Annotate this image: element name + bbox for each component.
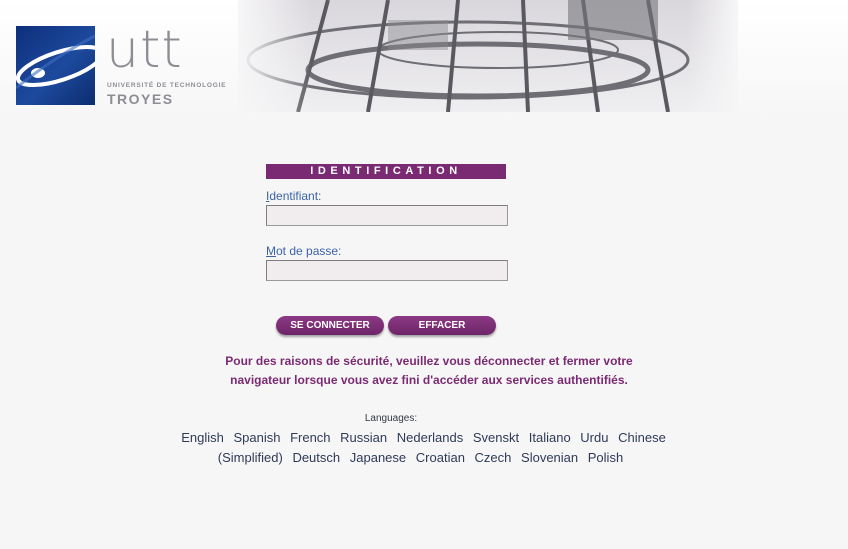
language-link-czech[interactable]: Czech: [475, 450, 512, 465]
logo-city: TROYES: [107, 91, 174, 107]
language-link-spanish[interactable]: Spanish: [233, 430, 280, 445]
logo-subtitle: UNIVERSITÉ DE TECHNOLOGIE: [107, 82, 227, 89]
languages-label: Languages:: [364, 413, 418, 424]
utt-logo-mark: [16, 26, 95, 105]
identification-title: IDENTIFICATION: [266, 164, 506, 179]
language-link-italiano[interactable]: Italiano: [529, 430, 571, 445]
security-message-line-2: navigateur lorsque vous avez fini d'accé…: [230, 372, 628, 387]
language-links: English Spanish French Russian Nederland…: [170, 428, 674, 468]
password-label-accesskey: M: [266, 244, 276, 258]
password-input[interactable]: [266, 260, 508, 281]
security-message-line-1: Pour des raisons de sécurité, veuillez v…: [225, 354, 633, 368]
language-link-slovenian[interactable]: Slovenian: [521, 450, 578, 465]
password-label-text: ot de passe:: [276, 244, 342, 258]
language-link-japanese[interactable]: Japanese: [350, 450, 406, 465]
username-label-text: dentifiant:: [269, 189, 322, 203]
clear-button[interactable]: EFFACER: [388, 316, 496, 335]
language-link-polish[interactable]: Polish: [588, 450, 623, 465]
username-label: Identifiant:: [266, 189, 321, 203]
language-link-deutsch[interactable]: Deutsch: [292, 450, 340, 465]
security-message: Pour des raisons de sécurité, veuillez v…: [160, 352, 698, 389]
logo-wordmark: utt: [106, 20, 183, 80]
page-header: utt UNIVERSITÉ DE TECHNOLOGIE TROYES: [0, 0, 848, 118]
language-link-croatian[interactable]: Croatian: [416, 450, 465, 465]
language-link-urdu[interactable]: Urdu: [580, 430, 608, 445]
username-input[interactable]: [266, 205, 508, 226]
header-banner-image: [238, 0, 738, 113]
language-link-russian[interactable]: Russian: [340, 430, 387, 445]
login-button[interactable]: SE CONNECTER: [276, 316, 384, 335]
language-link-nederlands[interactable]: Nederlands: [397, 430, 464, 445]
password-label: Mot de passe:: [266, 244, 341, 258]
language-link-svenskt[interactable]: Svenskt: [473, 430, 519, 445]
language-link-english[interactable]: English: [181, 430, 224, 445]
language-link-french[interactable]: French: [290, 430, 330, 445]
